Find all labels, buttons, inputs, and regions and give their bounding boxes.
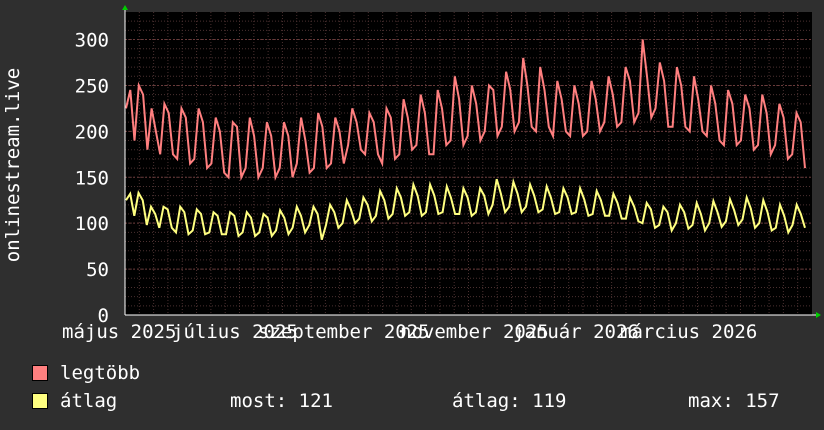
legend-item-legtobb: legtöbb xyxy=(32,362,140,384)
y-axis-arrow xyxy=(122,5,128,10)
stat-current: most: 121 xyxy=(230,390,333,412)
legend-swatch-atlag xyxy=(32,393,48,409)
y-tick-label: 100 xyxy=(75,213,109,235)
legend-swatch-legtobb xyxy=(32,365,48,381)
stat-average: átlag: 119 xyxy=(452,390,567,412)
legend-item-atlag: átlag xyxy=(32,390,117,412)
y-tick-label: 200 xyxy=(75,121,109,143)
y-tick-label: 300 xyxy=(75,30,109,52)
x-tick-label: május 2025 xyxy=(62,321,176,343)
legend-label-atlag: átlag xyxy=(60,390,118,412)
stat-max: max: 157 xyxy=(688,390,780,412)
chart: 050100150200250300május 2025július 2025s… xyxy=(2,5,821,343)
y-tick-label: 250 xyxy=(75,75,109,97)
legend-label-legtobb: legtöbb xyxy=(60,362,141,384)
y-tick-label: 150 xyxy=(75,167,109,189)
y-axis-label: onlinestream.live xyxy=(2,68,24,262)
y-tick-label: 50 xyxy=(86,259,109,281)
x-tick-label: március 2026 xyxy=(620,321,757,343)
x-axis-arrow xyxy=(816,312,821,318)
